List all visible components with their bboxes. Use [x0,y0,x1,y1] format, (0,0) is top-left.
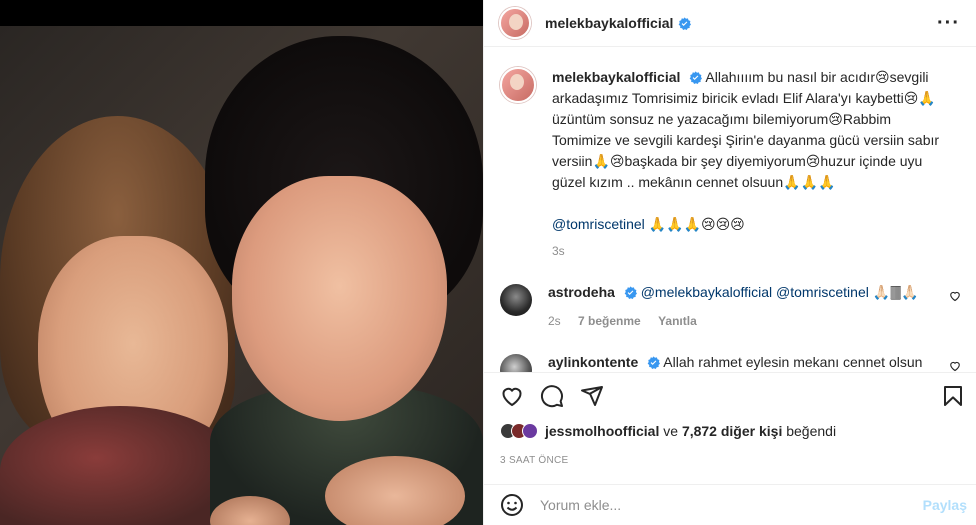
instagram-post-view: melekbaykalofficial ··· melekbaykaloffic… [0,0,976,525]
comment-icon[interactable] [540,384,564,408]
add-comment-bar: Paylaş [484,484,976,525]
avatar [522,423,538,439]
likes-others[interactable]: 7,872 diğer kişi [682,423,782,439]
comments-section: melekbaykalofficial Allahıııım bu nasıl … [484,47,976,372]
caption-avatar[interactable] [500,67,536,103]
post-photo [0,26,483,525]
share-icon[interactable] [580,384,604,408]
heart-icon[interactable] [500,384,524,408]
likes-first-user[interactable]: jessmolhoofficial [545,423,659,439]
post-sidebar: melekbaykalofficial ··· melekbaykaloffic… [483,0,976,525]
post-timestamp[interactable]: 3 SAAT ÖNCE [500,455,569,466]
comment-item: aylinkontente Allah rahmet eylesin mekan… [500,352,961,372]
likes-connector: ve [663,423,679,439]
caption-mention-emojis: 🙏🙏🙏😢😢😢 [648,216,745,232]
post-button[interactable]: Paylaş [923,497,967,513]
action-bar [484,372,976,418]
emoji-icon[interactable] [500,493,524,517]
comment-time[interactable]: 2s [548,314,561,328]
more-icon[interactable]: ··· [937,12,960,35]
verified-icon [689,71,703,84]
comment-username[interactable]: astrodeha [548,284,615,300]
post-username[interactable]: melekbaykalofficial [545,15,673,31]
comment-emojis: 🙏🏻🀫🙏🏻 [872,284,919,300]
caption-mention[interactable]: @tomriscetinel [552,216,645,232]
post-media[interactable] [0,0,483,525]
caption-text: Allahıııım bu nasıl bir acıdır😢sevgili a… [552,69,940,190]
comment-username[interactable]: aylinkontente [548,354,638,370]
comment-likes[interactable]: 7 beğenme [578,314,641,328]
caption: melekbaykalofficial Allahıııım bu nasıl … [500,67,961,262]
post-header: melekbaykalofficial ··· [484,0,976,47]
comment-mentions[interactable]: @melekbaykalofficial @tomriscetinel [641,284,869,300]
comment-item: astrodeha @melekbaykalofficial @tomrisce… [500,282,961,332]
verified-icon [679,16,692,30]
avatar[interactable] [500,284,532,316]
bookmark-icon[interactable] [941,384,965,408]
reply-button[interactable]: Yanıtla [658,314,697,328]
heart-icon[interactable] [949,360,961,372]
caption-time[interactable]: 3s [552,244,565,258]
comment-input[interactable] [540,497,900,513]
avatar[interactable] [500,354,532,372]
likes-suffix: beğendi [786,423,837,439]
likes-summary: jessmolhoofficial ve 7,872 diğer kişi be… [500,423,836,439]
verified-icon [624,286,637,299]
avatar[interactable] [499,7,531,39]
verified-icon [647,356,661,369]
heart-icon[interactable] [949,290,961,302]
caption-username[interactable]: melekbaykalofficial [552,69,680,85]
